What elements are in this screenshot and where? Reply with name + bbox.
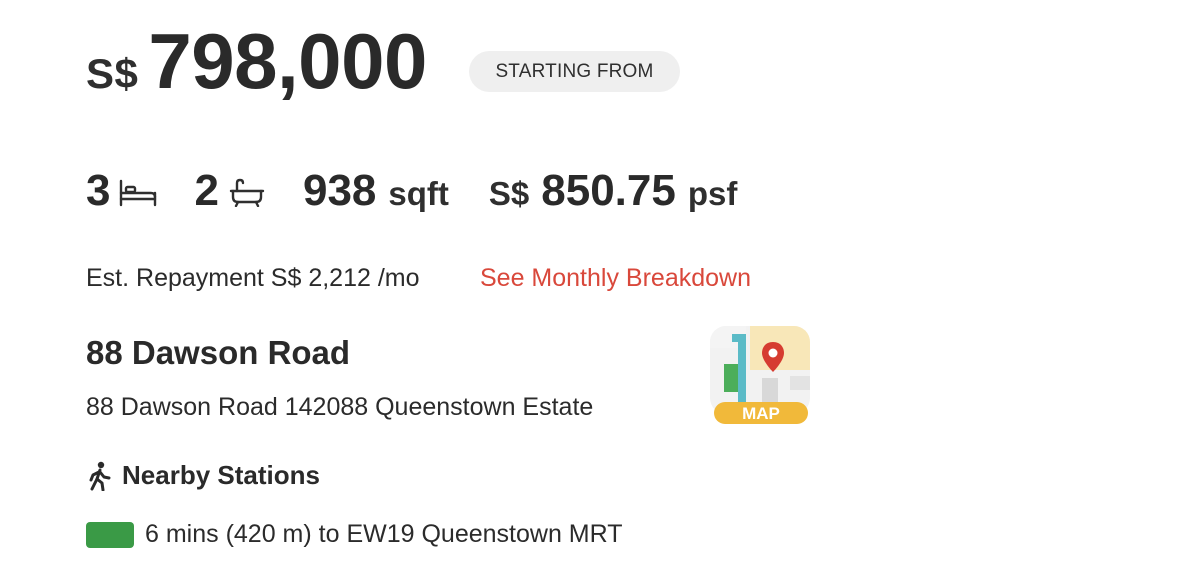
size-unit: sqft	[388, 175, 449, 212]
psf-currency: S$	[488, 175, 530, 212]
walking-person-icon	[86, 461, 114, 491]
map-icon: MAP	[710, 326, 810, 424]
station-text: 6 mins (420 m) to EW19 Queenstown MRT	[145, 520, 623, 548]
mrt-line-badge	[86, 521, 134, 548]
address-title: 88 Dawson Road	[86, 334, 351, 371]
see-monthly-breakdown-link[interactable]: See Monthly Breakdown	[480, 264, 751, 293]
bed-icon	[118, 177, 158, 207]
nearby-stations-heading: Nearby Stations	[86, 460, 320, 491]
nearby-stations-title: Nearby Stations	[122, 460, 320, 490]
psf-value: 850.75	[541, 166, 676, 215]
size-value: 938	[302, 166, 377, 215]
address-full: 88 Dawson Road 142088 Queenstown Estate	[86, 393, 594, 421]
specs-row: 3 2 938 sqft S$ 850.75 psf	[86, 166, 737, 216]
starting-from-badge: STARTING FROM	[469, 51, 680, 92]
bedroom-count: 3	[86, 166, 111, 215]
station-item: 6 mins (420 m) to EW19 Queenstown MRT	[86, 520, 623, 549]
psf-unit: psf	[687, 175, 738, 212]
price-row: S$ 798,000	[86, 22, 427, 100]
price-amount: 798,000	[148, 17, 427, 105]
bathtub-icon	[227, 177, 267, 208]
price-currency: S$	[86, 50, 139, 97]
map-label: MAP	[742, 404, 780, 423]
bathroom-count: 2	[194, 166, 219, 215]
map-button[interactable]: MAP	[710, 326, 810, 426]
listing-summary: S$ 798,000 STARTING FROM 3 2 938 sqft S$…	[0, 0, 1196, 562]
repayment-estimate: Est. Repayment S$ 2,212 /mo	[86, 264, 420, 292]
